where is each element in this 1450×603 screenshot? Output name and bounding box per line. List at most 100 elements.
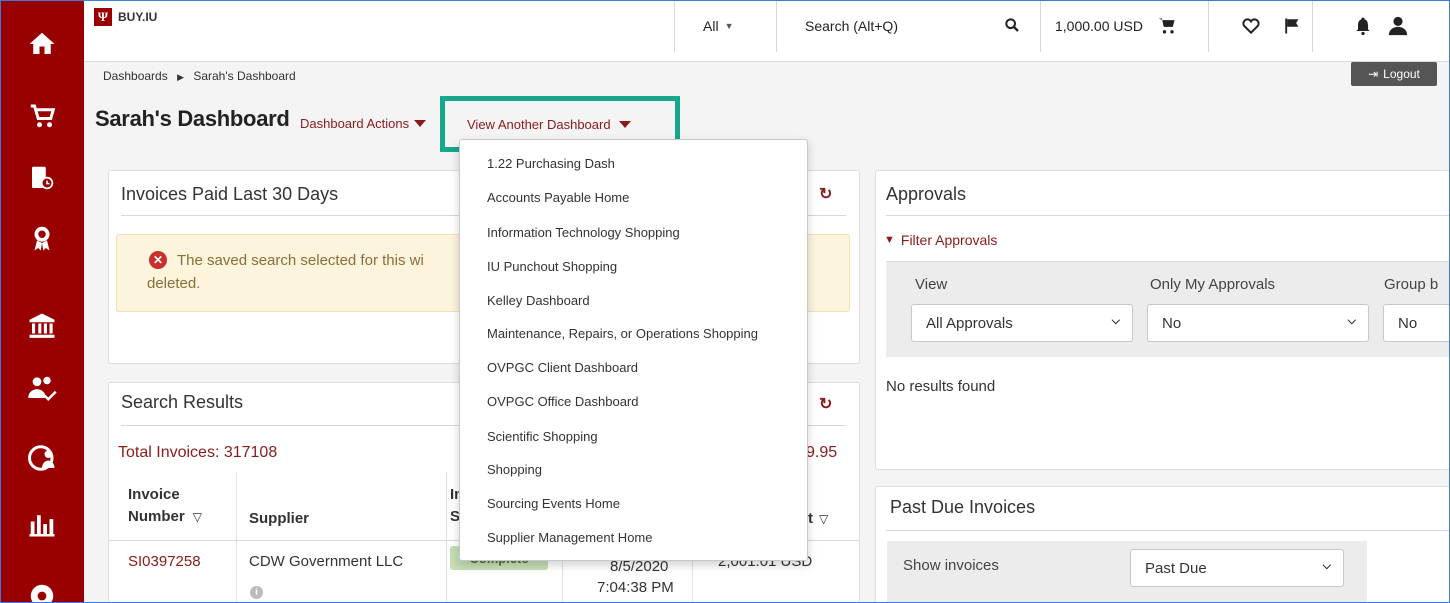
sort-icon[interactable]: ▽ [819,512,828,526]
cart-icon[interactable] [1157,16,1177,36]
column-header-label: Invoice [128,486,180,503]
past-due-filter-row: Show invoices Past Due ⌵ [887,541,1367,603]
left-sidebar [0,0,84,603]
top-bar: Ψ BUY.IU All ▼ Search (Alt+Q) 1,000.00 U… [84,0,1450,62]
dashboard-menu-item[interactable]: Sourcing Events Home [487,496,620,511]
group-by-select[interactable]: No [1383,304,1450,342]
only-my-approvals-value: No [1162,314,1182,332]
dashboard-menu-item[interactable]: Kelley Dashboard [487,293,590,308]
dashboard-menu-item[interactable]: OVPGC Office Dashboard [487,394,639,409]
divider [886,215,1450,216]
view-select[interactable]: All Approvals ⌵ [911,304,1133,342]
bank-icon[interactable] [0,298,84,354]
logout-button[interactable]: ⇥ Logout [1351,62,1437,86]
dashboard-menu-item[interactable]: Scientific Shopping [487,429,598,444]
view-another-dashboard-label: View Another Dashboard [467,116,611,132]
page-title: Sarah's Dashboard [95,106,290,131]
total-amount: 9.95 [806,444,838,461]
breadcrumb: Dashboards ▶ Sarah's Dashboard [103,69,296,83]
group-by-label: Group b [1384,276,1439,293]
user-icon[interactable] [1387,15,1409,37]
info-icon[interactable]: i [250,586,263,599]
dashboard-actions-label: Dashboard Actions [300,116,410,131]
view-another-dashboard-menu: 1.22 Purchasing Dash Accounts Payable Ho… [459,139,808,561]
alert-message: The saved search selected for this wi [177,252,424,269]
filter-approvals-label: Filter Approvals [900,232,998,248]
column-divider [236,472,237,603]
globe-people-icon[interactable] [0,430,84,486]
dashboard-menu-item[interactable]: Information Technology Shopping [487,225,680,240]
brand[interactable]: Ψ BUY.IU [94,8,157,26]
user-group [1312,0,1450,52]
chevron-down-icon: ▼ [884,234,895,246]
column-header-label: t [808,510,813,527]
dashboard-menu-item[interactable]: Supplier Management Home [487,530,652,545]
cart-summary[interactable]: 1,000.00 USD [1040,0,1208,52]
breadcrumb-current: Sarah's Dashboard [193,69,296,83]
column-divider [446,472,447,603]
caret-down-icon [414,120,427,127]
refresh-icon[interactable]: ↻ [819,394,832,414]
alert-message-continued: deleted. [147,275,201,292]
filter-approvals-box: View Only My Approvals Group b All Appro… [886,261,1450,357]
gear-icon[interactable] [0,568,84,603]
dashboard-menu-item[interactable]: Accounts Payable Home [487,190,629,205]
total-invoices-link[interactable]: Total Invoices: 317108 [118,444,277,462]
sort-icon[interactable]: ▽ [193,510,202,524]
filter-approvals-toggle[interactable]: ▼ Filter Approvals [884,232,997,248]
heart-icon[interactable] [1241,16,1261,36]
search-placeholder: Search (Alt+Q) [805,18,898,34]
show-invoices-value: Past Due [1145,559,1207,577]
approvals-title: Approvals [886,184,967,204]
favorites-group [1208,0,1312,52]
search-scope-select[interactable]: All ▼ [674,0,776,52]
error-icon: ✕ [149,251,167,269]
dashboard-menu-item[interactable]: Maintenance, Repairs, or Operations Shop… [487,326,758,341]
award-icon[interactable] [0,210,84,266]
column-header-amount[interactable]: t ▽ [808,508,828,530]
search-input[interactable]: Search (Alt+Q) [776,0,1040,52]
chevron-down-icon: ⌵ [1347,315,1356,327]
search-scope-value: All [703,18,719,34]
breadcrumb-dashboards-link[interactable]: Dashboards [103,69,168,83]
invoice-time: 7:04:38 PM [597,579,674,596]
iu-logo-icon: Ψ [94,8,112,26]
view-select-value: All Approvals [926,314,1013,332]
column-header-supplier[interactable]: Supplier [249,508,309,530]
people-check-icon[interactable] [0,360,84,416]
cart-icon[interactable] [0,88,84,144]
logout-label: Logout [1383,67,1420,81]
divider [886,530,1450,531]
bar-chart-icon[interactable] [0,496,84,552]
only-my-approvals-select[interactable]: No ⌵ [1147,304,1369,342]
invoice-number-link[interactable]: SI0397258 [128,553,201,570]
past-due-title: Past Due Invoices [890,497,1036,517]
refresh-icon[interactable]: ↻ [819,184,832,204]
dashboard-menu-item[interactable]: 1.22 Purchasing Dash [487,156,615,171]
view-label: View [915,276,948,293]
home-icon[interactable] [0,16,84,72]
supplier-name: CDW Government LLC [249,553,404,570]
no-results-message: No results found [886,378,996,395]
search-results-title: Search Results [121,392,244,412]
breadcrumb-separator-icon: ▶ [177,72,184,82]
invoices-paid-title: Invoices Paid Last 30 Days [121,184,339,204]
only-my-approvals-label: Only My Approvals [1150,276,1276,293]
dashboard-menu-item[interactable]: IU Punchout Shopping [487,259,617,274]
group-by-value: No [1398,314,1418,332]
bell-icon[interactable] [1353,15,1373,37]
caret-down-icon: ▼ [724,21,734,31]
show-invoices-label: Show invoices [903,557,999,574]
caret-down-icon [618,120,631,128]
dashboard-menu-item[interactable]: Shopping [487,462,542,477]
flag-icon[interactable] [1283,16,1301,36]
brand-name: BUY.IU [118,10,158,24]
search-icon[interactable] [1004,17,1020,33]
dashboard-actions-menu[interactable]: Dashboard Actions [300,116,427,131]
chevron-down-icon: ⌵ [1111,315,1120,327]
dashboard-menu-item[interactable]: OVPGC Client Dashboard [487,360,638,375]
column-header-invoice-number[interactable]: Invoice Number ▽ [128,484,202,528]
show-invoices-select[interactable]: Past Due ⌵ [1130,549,1344,587]
orders-clock-icon[interactable] [0,150,84,206]
cart-total: 1,000.00 USD [1055,18,1143,34]
